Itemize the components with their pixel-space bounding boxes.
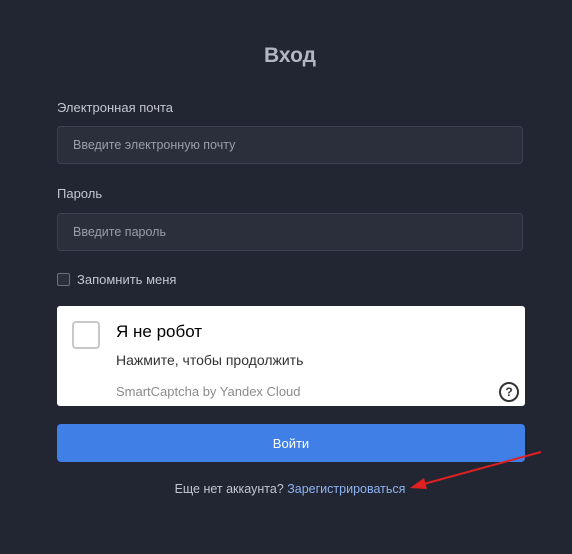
- email-field[interactable]: [57, 126, 523, 164]
- captcha-title: Я не робот: [116, 322, 203, 341]
- register-prompt: Еще нет аккаунта?: [174, 482, 284, 496]
- help-icon[interactable]: ?: [499, 382, 519, 402]
- captcha-subtitle: Нажмите, чтобы продолжить: [116, 352, 304, 368]
- register-line: Еще нет аккаунта? Зарегистрироваться: [0, 482, 572, 496]
- password-label: Пароль: [57, 186, 103, 201]
- login-button[interactable]: Войти: [57, 424, 525, 462]
- register-link[interactable]: Зарегистрироваться: [287, 482, 405, 496]
- captcha-checkbox[interactable]: [72, 321, 100, 349]
- remember-me-label: Запомнить меня: [77, 272, 177, 287]
- email-label: Электронная почта: [57, 100, 174, 115]
- page-title: Вход: [264, 44, 316, 67]
- password-field[interactable]: [57, 213, 523, 251]
- remember-me[interactable]: Запомнить меня: [57, 272, 176, 287]
- captcha-brand: SmartCaptcha by Yandex Cloud: [116, 384, 301, 399]
- remember-me-checkbox[interactable]: [57, 273, 70, 286]
- captcha-widget[interactable]: Я не робот Нажмите, чтобы продолжить Sma…: [57, 306, 525, 406]
